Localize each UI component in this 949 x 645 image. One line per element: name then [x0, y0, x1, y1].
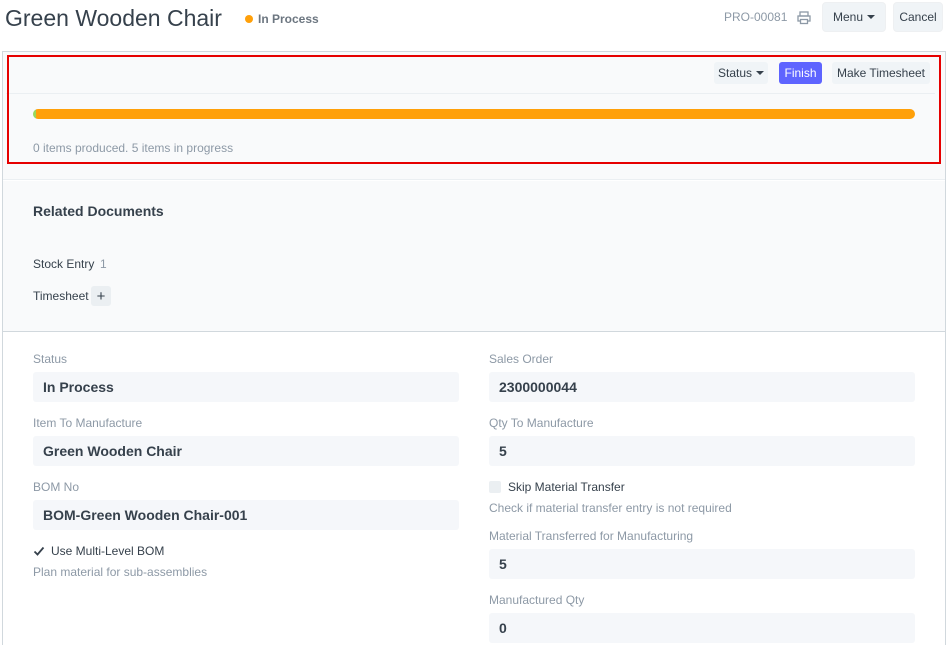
manufactured-qty-label: Manufactured Qty — [489, 593, 585, 607]
status-field-label: Status — [33, 352, 68, 366]
cancel-button-label: Cancel — [899, 10, 937, 24]
sales-order-field[interactable]: 2300000044 — [489, 372, 915, 402]
status-indicator-label: In Process — [258, 12, 319, 26]
use-multi-level-bom-label: Use Multi-Level BOM — [51, 544, 165, 558]
use-multi-level-bom-help: Plan material for sub-assemblies — [33, 565, 208, 579]
transferred-label: Material Transferred for Manufacturing — [489, 529, 694, 543]
qty-field-label: Qty To Manufacture — [489, 416, 594, 430]
skip-material-transfer-help: Check if material transfer entry is not … — [489, 501, 732, 515]
item-to-manufacture-field[interactable]: Green Wooden Chair — [33, 436, 459, 466]
stock-entry-link[interactable]: Stock Entry — [33, 257, 94, 271]
sales-order-label: Sales Order — [489, 352, 554, 366]
plus-icon: + — [96, 287, 106, 305]
related-documents-title: Related Documents — [33, 203, 164, 219]
status-field: In Process — [33, 372, 459, 402]
checkmark-icon — [33, 546, 45, 556]
skip-material-transfer-checkbox[interactable]: Skip Material Transfer — [489, 480, 625, 494]
cancel-button[interactable]: Cancel — [893, 2, 943, 32]
qty-to-manufacture-field[interactable]: 5 — [489, 436, 915, 466]
bom-field-label: BOM No — [33, 480, 80, 494]
item-field-label: Item To Manufacture — [33, 416, 143, 430]
skip-material-transfer-label: Skip Material Transfer — [508, 480, 625, 494]
print-icon[interactable] — [797, 11, 811, 25]
material-transferred-field: 5 — [489, 549, 915, 579]
document-id: PRO-00081 — [724, 10, 788, 24]
manufactured-qty-field: 0 — [489, 613, 915, 643]
checkbox-icon[interactable] — [489, 481, 501, 493]
bom-no-field[interactable]: BOM-Green Wooden Chair-001 — [33, 500, 459, 530]
timesheet-link[interactable]: Timesheet — [33, 289, 89, 303]
page-title: Green Wooden Chair — [5, 5, 222, 31]
status-dot — [245, 15, 253, 23]
use-multi-level-bom-checkbox[interactable]: Use Multi-Level BOM — [33, 544, 164, 558]
highlight-box — [7, 55, 941, 164]
menu-button-label: Menu — [832, 10, 864, 24]
add-timesheet-button[interactable]: + — [91, 286, 111, 306]
stock-entry-count: 1 — [100, 257, 107, 271]
chevron-down-icon — [867, 15, 876, 19]
menu-button[interactable]: Menu — [822, 2, 886, 32]
status-indicator: In Process — [245, 12, 319, 26]
